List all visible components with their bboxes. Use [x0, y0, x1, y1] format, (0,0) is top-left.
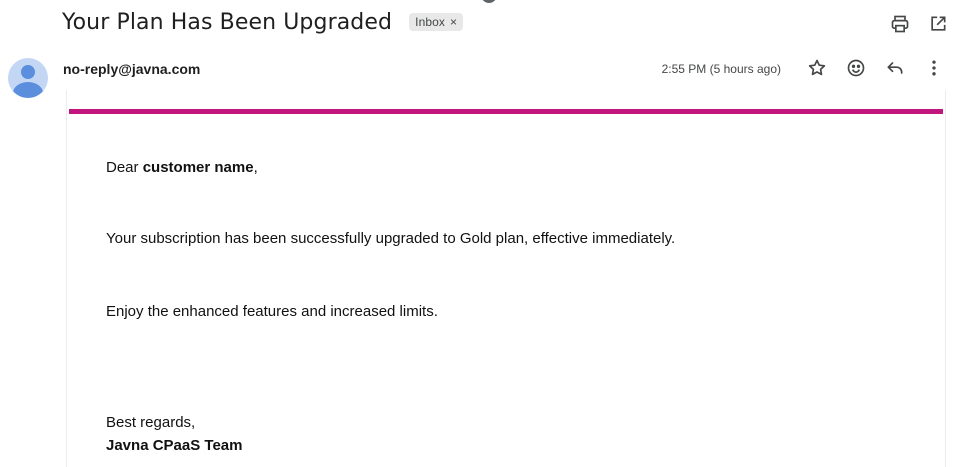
signoff: Best regards,: [106, 414, 196, 431]
reply-icon[interactable]: [885, 58, 905, 78]
email-subject: Your Plan Has Been Upgraded: [62, 9, 393, 35]
accent-bar: [69, 109, 943, 114]
greeting-suffix: ,: [253, 159, 258, 176]
emoji-reaction-icon[interactable]: [846, 58, 866, 78]
message-actions: [807, 58, 944, 78]
email-body: Dear customer name, Your subscription ha…: [66, 90, 946, 467]
upgrade-message: Your subscription has been successfully …: [106, 230, 676, 247]
email-subject-row: Your Plan Has Been Upgraded Inbox ×: [62, 9, 464, 35]
email-view: Your Plan Has Been Upgraded Inbox × no-r…: [0, 0, 966, 467]
customer-name: customer name: [142, 159, 254, 176]
thread-actions: [890, 14, 948, 34]
greeting-prefix: Dear: [106, 159, 143, 176]
sender-email[interactable]: no-reply@javna.com: [63, 61, 200, 77]
greeting: Dear customer name,: [106, 159, 258, 176]
partial-toolbar-icon: [481, 0, 497, 3]
label-text: Inbox: [415, 15, 446, 29]
features-message: Enjoy the enhanced features and increase…: [106, 303, 438, 320]
default-avatar-icon[interactable]: [8, 58, 48, 98]
inbox-label-chip[interactable]: Inbox ×: [409, 13, 464, 31]
open-in-new-window-icon[interactable]: [928, 14, 948, 34]
remove-label-icon[interactable]: ×: [450, 15, 457, 29]
star-icon[interactable]: [807, 58, 827, 78]
more-vertical-icon[interactable]: [924, 58, 944, 78]
email-timestamp: 2:55 PM (5 hours ago): [661, 62, 781, 76]
team-signature: Javna CPaaS Team: [106, 437, 243, 454]
print-icon[interactable]: [890, 14, 910, 34]
